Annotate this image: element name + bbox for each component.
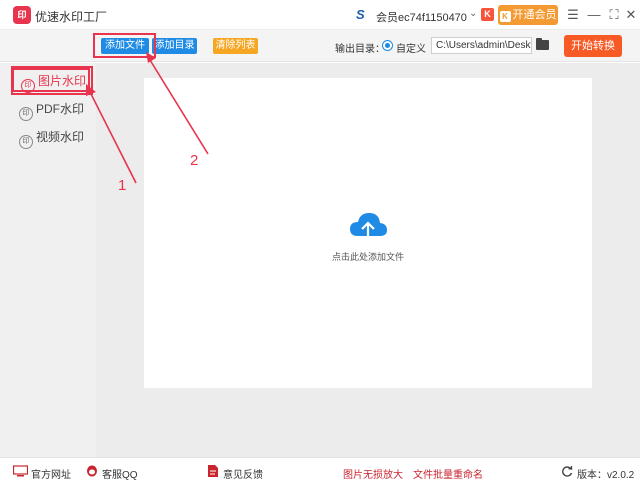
batch-rename-link[interactable]: 文件批量重命名: [413, 466, 483, 481]
feedback-link[interactable]: 意见反馈: [223, 466, 263, 481]
output-dir-label: 输出目录：: [335, 44, 385, 55]
output-path-field[interactable]: C:\Users\admin\Deskto: [431, 37, 532, 54]
support-qq-link[interactable]: 客服QQ: [102, 466, 138, 481]
refresh-icon[interactable]: [561, 465, 573, 477]
drop-hint[interactable]: 点击此处添加文件: [332, 250, 404, 263]
app-logo: 印: [13, 6, 31, 24]
sidebar-item-pdf-watermark[interactable]: 印 PDF水印: [12, 98, 90, 122]
annotation-step-2: 2: [190, 152, 199, 169]
website-icon: [13, 465, 28, 477]
sidebar-item-label: 视频水印: [36, 130, 85, 144]
cloud-upload-icon[interactable]: [348, 210, 388, 242]
custom-radio-label[interactable]: 自定义: [396, 40, 426, 55]
image-enlarge-link[interactable]: 图片无损放大: [343, 466, 403, 481]
annotation-box-add-file: [93, 33, 156, 58]
version-label: 版本：v2.0.2: [577, 470, 635, 481]
custom-radio[interactable]: [382, 40, 393, 51]
menu-icon[interactable]: ☰: [563, 5, 583, 25]
chevron-down-icon[interactable]: ⌄: [469, 8, 477, 19]
app-title: 优速水印工厂: [35, 10, 108, 24]
sidebar: [0, 63, 96, 457]
sidebar-item-label: PDF水印: [36, 102, 85, 116]
watermark-icon: 印: [19, 135, 33, 149]
close-icon[interactable]: ✕: [621, 5, 640, 25]
minimize-icon[interactable]: —: [584, 5, 604, 25]
add-folder-button[interactable]: 添加目录: [152, 38, 197, 54]
official-site-link[interactable]: 官方网址: [31, 466, 71, 481]
feedback-icon: [208, 465, 218, 477]
folder-icon[interactable]: [536, 38, 549, 50]
sidebar-item-video-watermark[interactable]: 印视频水印: [12, 126, 90, 150]
k-icon: K: [499, 11, 511, 22]
svip-icon: S: [356, 7, 365, 22]
vip-button[interactable]: K 开通会员: [498, 5, 558, 25]
vip-button-label: 开通会员: [512, 9, 557, 21]
clear-list-button[interactable]: 清除列表: [213, 38, 258, 54]
qq-icon: [87, 465, 97, 477]
annotation-step-1: 1: [118, 177, 127, 194]
account-name[interactable]: 会员ec74f1150470: [376, 9, 467, 25]
start-convert-button[interactable]: 开始转换: [564, 35, 622, 57]
k-badge-icon: K: [481, 8, 494, 21]
annotation-box-image-watermark: [11, 66, 93, 95]
watermark-icon: 印: [19, 107, 33, 121]
